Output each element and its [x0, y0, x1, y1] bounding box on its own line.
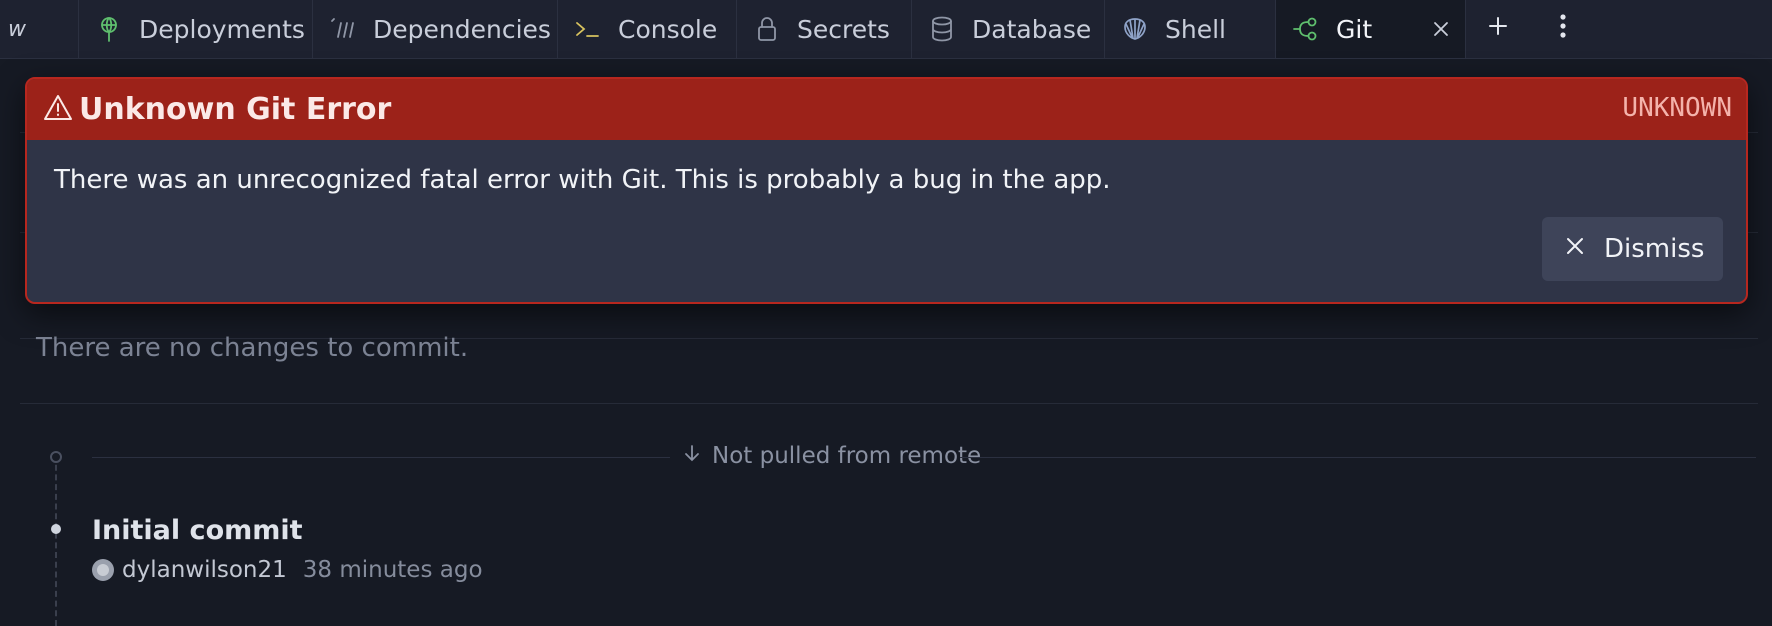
remote-status-label: Not pulled from remote	[712, 443, 982, 469]
deployments-icon	[95, 15, 123, 43]
tab-deployments[interactable]: Deployments	[79, 0, 313, 58]
tab-database[interactable]: Database	[912, 0, 1105, 58]
tab-secrets[interactable]: Secrets	[737, 0, 912, 58]
remote-divider-left	[92, 457, 670, 458]
tab-git[interactable]: Git	[1276, 0, 1466, 58]
tab-shell-label: Shell	[1165, 14, 1226, 44]
divider	[20, 403, 1758, 404]
alert-message: There was an unrecognized fatal error wi…	[54, 165, 1111, 195]
tab-dependencies-label: Dependencies	[373, 14, 551, 44]
close-icon	[1564, 234, 1586, 264]
commit-time: 38 minutes ago	[302, 557, 483, 583]
tab-deployments-label: Deployments	[139, 14, 305, 44]
alert-title: Unknown Git Error	[79, 92, 392, 127]
plus-icon	[1486, 14, 1510, 44]
tab-shell[interactable]: Shell	[1105, 0, 1276, 58]
kebab-menu-icon	[1558, 12, 1568, 46]
dismiss-label: Dismiss	[1604, 234, 1705, 264]
warning-icon	[43, 93, 79, 127]
add-tab-button[interactable]	[1466, 0, 1530, 58]
timeline-remote-marker	[50, 451, 62, 463]
tab-console[interactable]: Console	[558, 0, 737, 58]
shell-icon	[1121, 15, 1149, 43]
timeline-track	[55, 455, 57, 626]
arrow-down-icon	[682, 443, 702, 469]
remote-status: Not pulled from remote	[682, 443, 981, 469]
tab-bar: w Deployments Dependencies Console Secre…	[0, 0, 1772, 59]
dependencies-icon	[329, 15, 357, 43]
commit-title[interactable]: Initial commit	[92, 515, 303, 546]
close-tab-icon[interactable]	[1429, 17, 1453, 41]
error-code: UNKNOWN	[1622, 93, 1732, 123]
tab-git-label: Git	[1336, 14, 1373, 44]
more-options-button[interactable]	[1530, 0, 1596, 58]
commit-marker	[51, 524, 61, 534]
tab-secrets-label: Secrets	[797, 14, 890, 44]
error-alert: Unknown Git Error UNKNOWN There was an u…	[25, 77, 1748, 304]
alert-header: Unknown Git Error UNKNOWN	[27, 79, 1746, 140]
commit-meta: dylanwilson21 38 minutes ago	[92, 557, 483, 583]
no-changes-message: There are no changes to commit.	[36, 333, 469, 363]
tab-database-label: Database	[972, 14, 1092, 44]
remote-divider-right	[960, 457, 1756, 458]
tab-console-label: Console	[618, 14, 718, 44]
commit-author: dylanwilson21	[122, 557, 287, 583]
terminal-prompt-icon	[574, 15, 602, 43]
git-branch-icon	[1292, 15, 1320, 43]
database-icon	[928, 15, 956, 43]
tab-dependencies[interactable]: Dependencies	[313, 0, 558, 58]
lock-icon	[753, 15, 781, 43]
tab-partial[interactable]: w	[0, 0, 79, 58]
dismiss-button[interactable]: Dismiss	[1542, 217, 1723, 281]
tab-partial-label: w	[8, 16, 26, 42]
avatar	[92, 559, 114, 581]
